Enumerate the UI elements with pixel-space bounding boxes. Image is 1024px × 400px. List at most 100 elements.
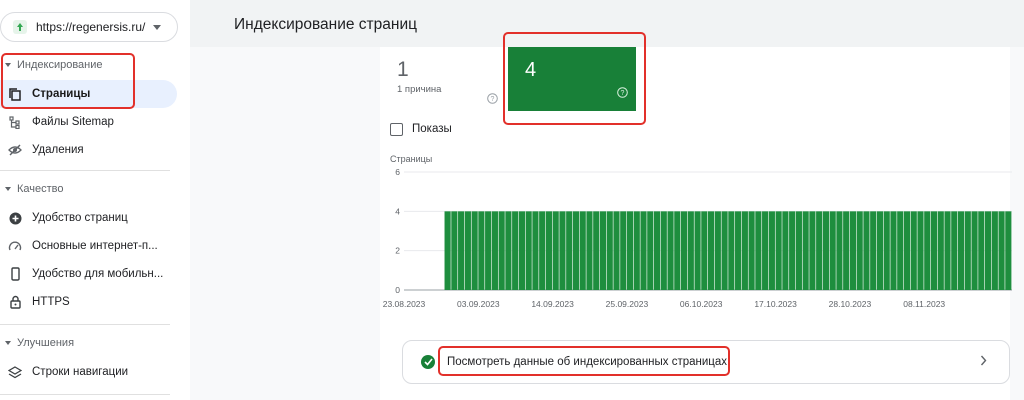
chart-bar[interactable] [910, 211, 917, 290]
chart-bar[interactable] [951, 211, 958, 290]
sidebar-item-breadcrumbs[interactable]: Строки навигации [0, 358, 177, 386]
chart-bar[interactable] [944, 211, 951, 290]
chart-bar[interactable] [674, 211, 681, 290]
chart-bar[interactable] [748, 211, 755, 290]
chart-bar[interactable] [687, 211, 694, 290]
chart-bar[interactable] [782, 211, 789, 290]
chart-bar[interactable] [518, 211, 525, 290]
chart-bar[interactable] [505, 211, 512, 290]
chart-bar[interactable] [539, 211, 546, 290]
chart-bar[interactable] [883, 211, 890, 290]
chart-bar[interactable] [755, 211, 762, 290]
chart-bar[interactable] [714, 211, 721, 290]
chart-bar[interactable] [957, 211, 965, 290]
chart-bar[interactable] [599, 211, 607, 290]
chart-bar[interactable] [620, 211, 627, 290]
chart-bar[interactable] [471, 211, 478, 290]
view-indexed-pages-link[interactable]: Посмотреть данные об индексированных стр… [402, 340, 1010, 384]
sidebar-item-mobile-usability[interactable]: Удобство для мобильн... [0, 260, 177, 288]
chart-bar[interactable] [863, 211, 870, 290]
section-quality[interactable]: Качество [0, 178, 64, 200]
section-enhancements[interactable]: Улучшения [0, 332, 74, 354]
chart-bar[interactable] [930, 211, 938, 290]
chart-bar[interactable] [822, 211, 829, 290]
sidebar-item-pages[interactable]: Страницы [0, 80, 177, 108]
chart-bar[interactable] [478, 211, 485, 290]
chart-bar[interactable] [633, 211, 640, 290]
chart-bar[interactable] [464, 211, 471, 290]
chart-bar[interactable] [653, 211, 661, 290]
chart-bar[interactable] [829, 211, 836, 290]
chart-bar[interactable] [789, 211, 796, 290]
chart-bar[interactable] [579, 211, 586, 290]
chart-bar[interactable] [897, 211, 904, 290]
chart-bar[interactable] [802, 211, 809, 290]
chart-bar[interactable] [978, 211, 985, 290]
chart-bar[interactable] [680, 211, 688, 290]
help-icon[interactable]: ? [487, 91, 498, 109]
chart-bar[interactable] [667, 211, 674, 290]
chart-bar[interactable] [491, 211, 498, 290]
chart-bar[interactable] [559, 211, 566, 290]
chart-bar[interactable] [728, 211, 735, 290]
chart-bar[interactable] [458, 211, 465, 290]
chart-bar[interactable] [572, 211, 580, 290]
chart-bar[interactable] [836, 211, 843, 290]
chart-bar[interactable] [876, 211, 884, 290]
chart-bar[interactable] [762, 211, 769, 290]
sidebar-item-sitemaps[interactable]: Файлы Sitemap [0, 108, 177, 136]
chart-bar[interactable] [816, 211, 823, 290]
help-icon[interactable]: ? [617, 85, 628, 103]
chart-bar[interactable] [694, 211, 701, 290]
section-indexing[interactable]: Индексирование [0, 54, 103, 76]
chart-bar[interactable] [971, 211, 978, 290]
chevron-right-icon[interactable] [980, 353, 987, 371]
chart-bar[interactable] [613, 211, 620, 290]
chart-bar[interactable] [708, 211, 715, 290]
chart-bar[interactable] [856, 211, 863, 290]
sidebar-item-page-experience[interactable]: Удобство страниц [0, 204, 177, 232]
chart-bar[interactable] [525, 211, 532, 290]
chart-bar[interactable] [849, 211, 857, 290]
chart-bar[interactable] [937, 211, 944, 290]
chart-bar[interactable] [735, 211, 742, 290]
chart-bar[interactable] [768, 211, 775, 290]
chart-bar[interactable] [532, 211, 539, 290]
chart-bar[interactable] [998, 211, 1005, 290]
impressions-checkbox[interactable] [390, 123, 403, 136]
chart-bar[interactable] [606, 211, 613, 290]
sidebar-item-https[interactable]: HTTPS [0, 288, 177, 316]
chart-bar[interactable] [566, 211, 573, 290]
chart-bar[interactable] [741, 211, 748, 290]
chart-bar[interactable] [640, 211, 647, 290]
chart-bar[interactable] [626, 211, 634, 290]
chart-bar[interactable] [809, 211, 816, 290]
indexed-tile[interactable]: 4 ? [508, 47, 636, 111]
sidebar-item-core-web-vitals[interactable]: Основные интернет-п... [0, 232, 177, 260]
chart-bar[interactable] [917, 211, 924, 290]
chart-bar[interactable] [1005, 211, 1012, 290]
chart-bar[interactable] [843, 211, 850, 290]
chart-bar[interactable] [890, 211, 897, 290]
chart-bar[interactable] [444, 211, 451, 290]
chart-bar[interactable] [593, 211, 600, 290]
chart-bar[interactable] [870, 211, 877, 290]
chart-bar[interactable] [924, 211, 931, 290]
chart-bar[interactable] [721, 211, 728, 290]
chart-bar[interactable] [512, 211, 519, 290]
chart-bar[interactable] [903, 211, 911, 290]
chevron-down-icon[interactable] [153, 24, 161, 30]
chart-bar[interactable] [485, 211, 492, 290]
chart-bar[interactable] [498, 211, 505, 290]
chart-bar[interactable] [775, 211, 782, 290]
property-selector[interactable]: https://regenersis.ru/ [0, 12, 178, 42]
chart-bar[interactable] [991, 211, 998, 290]
chart-bar[interactable] [984, 211, 992, 290]
chart-bar[interactable] [647, 211, 654, 290]
sidebar-item-removals[interactable]: Удаления [0, 136, 177, 164]
chart-bar[interactable] [795, 211, 802, 290]
chart-bar[interactable] [964, 211, 971, 290]
chart-bar[interactable] [451, 211, 458, 290]
chart-bar[interactable] [660, 211, 667, 290]
chart-bar[interactable] [701, 211, 708, 290]
